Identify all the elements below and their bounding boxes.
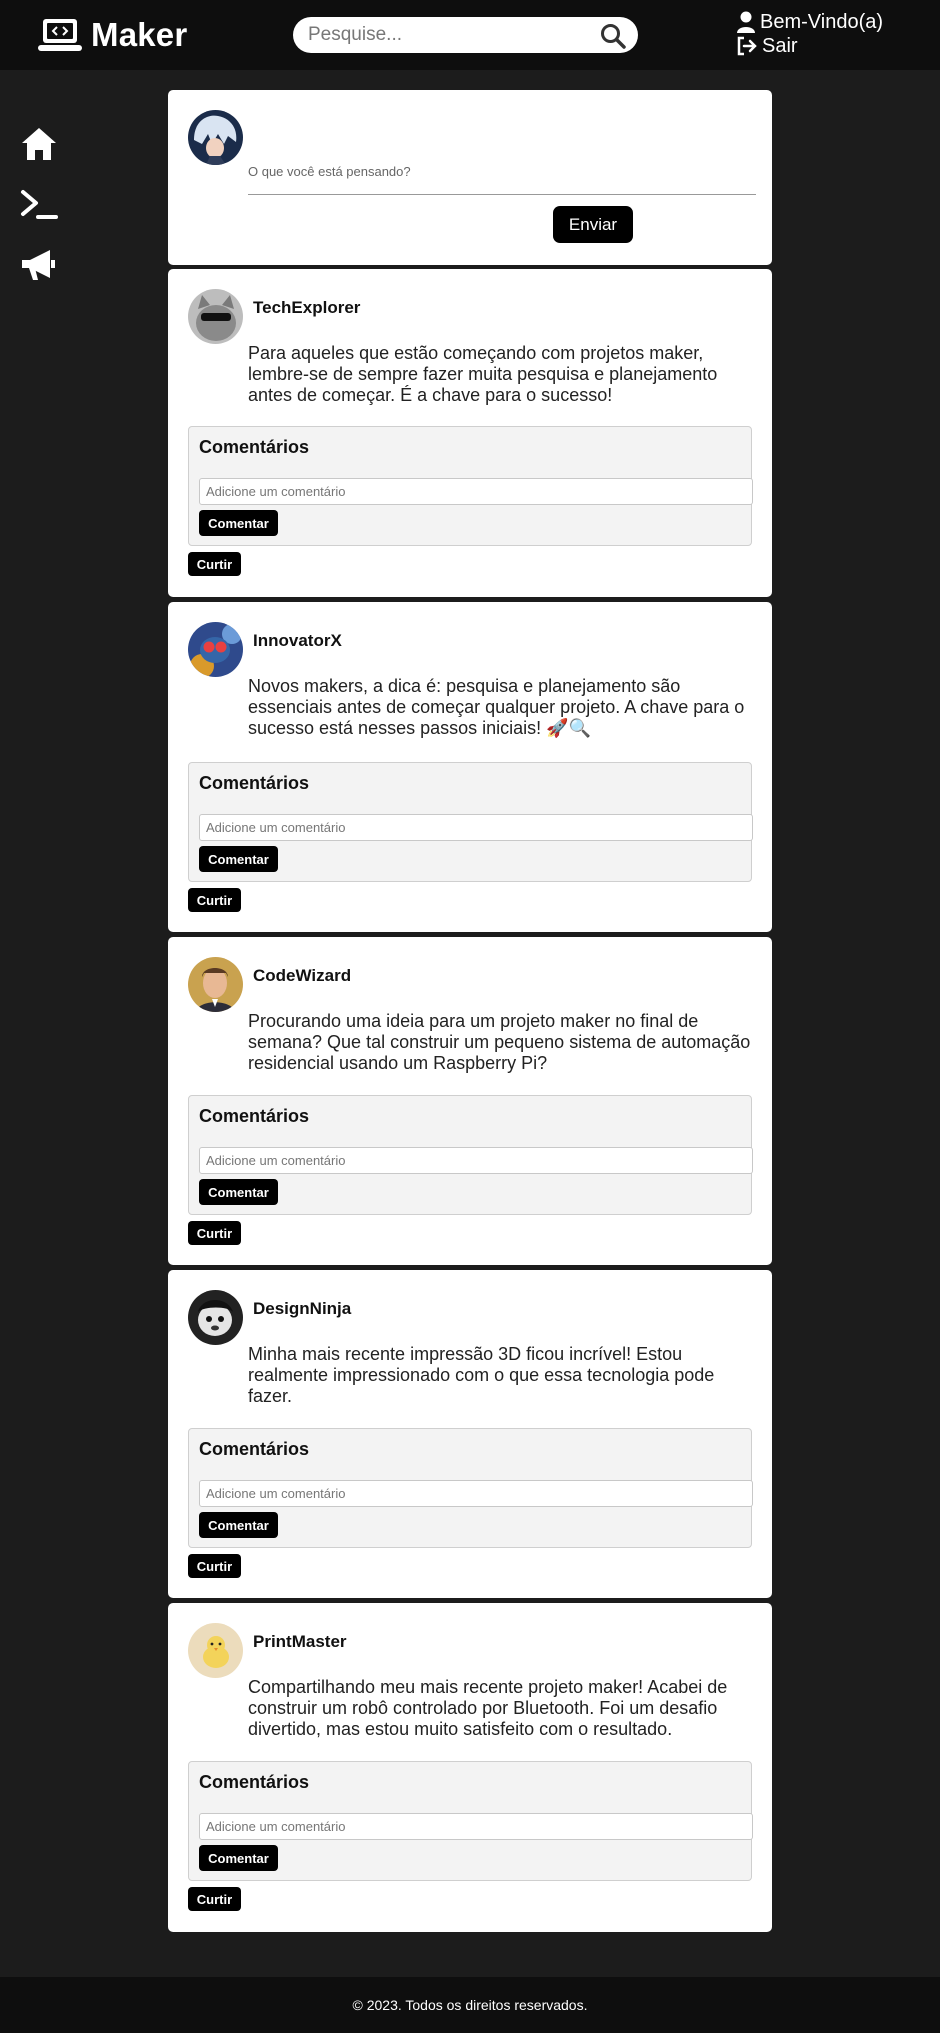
comments-section: Comentários Comentar	[188, 426, 753, 546]
post-username[interactable]: DesignNinja	[253, 1299, 351, 1319]
post-username[interactable]: InnovatorX	[253, 631, 342, 651]
comment-button[interactable]: Comentar	[199, 1179, 278, 1205]
post-text: Minha mais recente impressão 3D ficou in…	[248, 1344, 715, 1406]
post-card: TechExplorer Para aqueles que estão come…	[168, 269, 772, 597]
post-card: PrintMaster Compartilhando meu mais rece…	[168, 1603, 772, 1932]
comment-button[interactable]: Comentar	[199, 510, 278, 536]
welcome-text: Bem-Vindo(a)	[760, 10, 884, 33]
logout-label: Sair	[762, 34, 798, 57]
comments-section: Comentários Comentar	[188, 1428, 753, 1548]
post-text: Compartilhando meu mais recente projeto …	[248, 1677, 728, 1739]
comment-input[interactable]	[199, 478, 753, 505]
like-button[interactable]: Curtir	[188, 1554, 241, 1578]
megaphone-icon[interactable]	[20, 246, 58, 284]
comment-input[interactable]	[199, 1480, 753, 1507]
comments-title: Comentários	[199, 1439, 310, 1459]
comments-title: Comentários	[199, 437, 310, 457]
laptop-code-icon	[38, 19, 82, 51]
comment-input[interactable]	[199, 814, 753, 841]
search-icon[interactable]	[600, 23, 626, 49]
comments-title: Comentários	[199, 1106, 310, 1126]
comment-button[interactable]: Comentar	[199, 1512, 278, 1538]
comment-input[interactable]	[199, 1147, 753, 1174]
like-button[interactable]: Curtir	[188, 1221, 241, 1245]
comments-title: Comentários	[199, 1772, 310, 1792]
post-card: InnovatorX Novos makers, a dica é: pesqu…	[168, 602, 772, 932]
avatar	[188, 1290, 243, 1345]
comments-title: Comentários	[199, 773, 310, 793]
like-button[interactable]: Curtir	[188, 552, 241, 576]
comments-section: Comentários Comentar	[188, 1761, 753, 1881]
composer-underline	[248, 194, 756, 195]
comment-button[interactable]: Comentar	[199, 1845, 278, 1871]
comments-section: Comentários Comentar	[188, 762, 753, 882]
search-input[interactable]	[308, 17, 588, 53]
avatar	[188, 110, 243, 165]
user-icon	[737, 11, 755, 33]
composer-input[interactable]: O que você está pensando?	[248, 164, 411, 179]
logout-link[interactable]: Sair	[736, 34, 883, 58]
welcome-row: Bem-Vindo(a)	[736, 10, 883, 34]
like-button[interactable]: Curtir	[188, 888, 241, 912]
avatar	[188, 957, 243, 1012]
avatar	[188, 1623, 243, 1678]
post-card: DesignNinja Minha mais recente impressão…	[168, 1270, 772, 1598]
post-username[interactable]: CodeWizard	[253, 966, 351, 986]
app-name: Maker	[91, 16, 188, 53]
sign-out-icon	[737, 36, 757, 56]
send-button[interactable]: Enviar	[553, 206, 633, 243]
post-username[interactable]: TechExplorer	[253, 298, 360, 318]
top-navbar: Maker Bem-Vindo(a) Sair	[0, 0, 940, 70]
post-card: CodeWizard Procurando uma ideia para um …	[168, 937, 772, 1265]
post-text: Novos makers, a dica é: pesquisa e plane…	[248, 676, 745, 738]
logo[interactable]: Maker	[38, 16, 187, 54]
post-text: Para aqueles que estão começando com pro…	[248, 343, 718, 405]
post-composer: O que você está pensando? Enviar	[168, 90, 772, 265]
avatar	[188, 622, 243, 677]
like-button[interactable]: Curtir	[188, 1887, 241, 1911]
comments-section: Comentários Comentar	[188, 1095, 753, 1215]
avatar	[188, 289, 243, 344]
user-menu: Bem-Vindo(a) Sair	[736, 10, 883, 58]
search-bar	[293, 17, 638, 53]
footer: © 2023. Todos os direitos reservados.	[0, 1977, 940, 2033]
post-text: Procurando uma ideia para um projeto mak…	[248, 1011, 751, 1073]
copyright-text: © 2023. Todos os direitos reservados.	[352, 1997, 588, 2013]
terminal-icon[interactable]	[20, 186, 58, 224]
comment-input[interactable]	[199, 1813, 753, 1840]
comment-button[interactable]: Comentar	[199, 846, 278, 872]
post-username[interactable]: PrintMaster	[253, 1632, 347, 1652]
home-icon[interactable]	[20, 125, 58, 163]
